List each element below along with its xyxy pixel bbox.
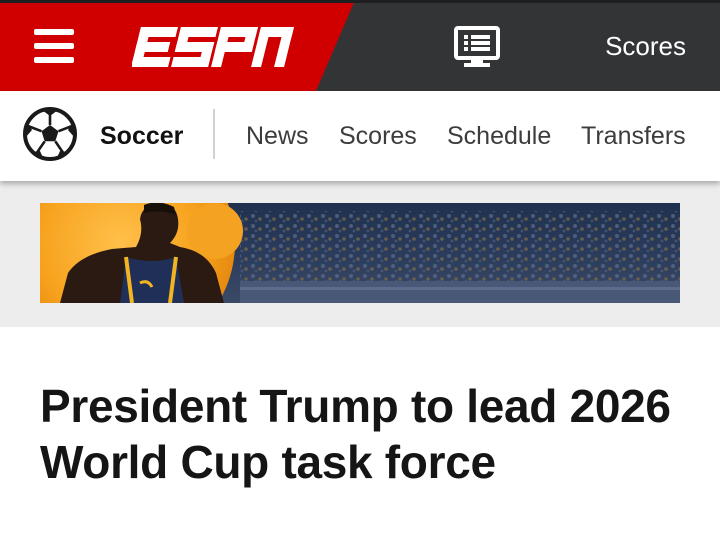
espn-logo[interactable] bbox=[132, 27, 294, 67]
scores-link[interactable]: Scores bbox=[605, 32, 686, 60]
soccer-ball-icon[interactable] bbox=[22, 106, 78, 162]
nav-schedule[interactable]: Schedule bbox=[447, 122, 551, 150]
basketball-ad-banner[interactable] bbox=[40, 203, 680, 303]
ad-band bbox=[0, 181, 720, 327]
sport-subnav: Soccer News Scores Schedule Transfers bbox=[0, 91, 720, 181]
hamburger-menu-icon[interactable] bbox=[34, 29, 74, 65]
nav-news[interactable]: News bbox=[246, 122, 309, 150]
subnav-divider bbox=[213, 109, 215, 159]
sport-title[interactable]: Soccer bbox=[100, 122, 183, 150]
nav-transfers[interactable]: Transfers bbox=[581, 122, 686, 150]
top-header: Scores bbox=[0, 0, 720, 91]
article-headline[interactable]: President Trump to lead 2026 World Cup t… bbox=[40, 378, 700, 490]
tv-guide-icon[interactable] bbox=[454, 26, 500, 68]
nav-scores[interactable]: Scores bbox=[339, 122, 417, 150]
header-top-line bbox=[0, 0, 720, 3]
